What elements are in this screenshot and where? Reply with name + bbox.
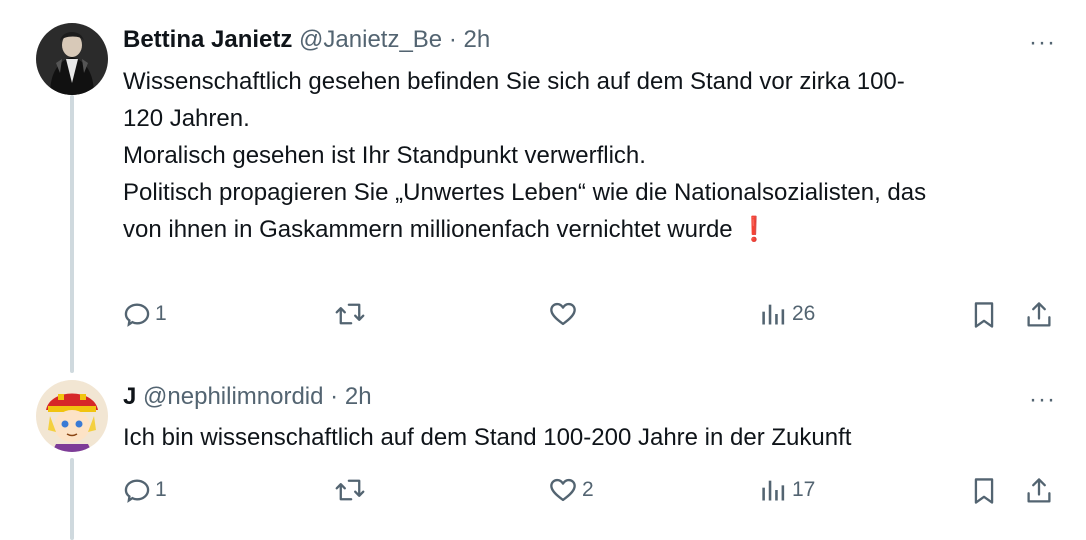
- share-button[interactable]: [1025, 300, 1053, 330]
- like-button[interactable]: 2: [548, 476, 594, 504]
- tweet-line: 120 Jahren.: [123, 105, 250, 132]
- separator: ·: [330, 383, 339, 410]
- view-count: 26: [792, 302, 816, 325]
- more-options-icon[interactable]: ···: [1029, 31, 1056, 55]
- tweet[interactable]: J @nephilimnordid · 2h ··· Ich bin wisse…: [0, 370, 1086, 540]
- display-name[interactable]: Bettina Janietz: [123, 26, 292, 53]
- exclamation-emoji: ❗: [739, 216, 770, 243]
- tweet-text: Ich bin wissenschaftlich auf dem Stand 1…: [123, 419, 1068, 456]
- reply-count: 1: [155, 478, 167, 501]
- separator: ·: [448, 26, 457, 53]
- reply-icon: [124, 303, 150, 327]
- bookmark-button[interactable]: [970, 300, 998, 330]
- bookmark-icon: [974, 302, 994, 328]
- heart-icon: [550, 478, 576, 502]
- tweet-line: von ihnen in Gaskammern millionenfach ve…: [123, 211, 1068, 248]
- retweet-button[interactable]: [335, 476, 369, 504]
- bookmark-button[interactable]: [970, 476, 998, 506]
- reply-icon: [124, 479, 150, 503]
- timestamp[interactable]: 2h: [345, 383, 372, 410]
- avatar[interactable]: [36, 23, 108, 95]
- tweet-line: Politisch propagieren Sie „Unwertes Lebe…: [123, 174, 1068, 211]
- tweet-line: Wissenschaftlich gesehen befinden Sie si…: [123, 68, 905, 95]
- reply-button[interactable]: 1: [123, 300, 167, 328]
- tweet-line-text: von ihnen in Gaskammern millionenfach ve…: [123, 216, 733, 243]
- display-name[interactable]: J: [123, 383, 136, 410]
- reply-count: 1: [155, 302, 167, 325]
- tweet-header: J @nephilimnordid · 2h: [123, 382, 372, 412]
- heart-icon: [550, 302, 576, 326]
- views-button[interactable]: 26: [760, 300, 815, 328]
- tweet[interactable]: Bettina Janietz @Janietz_Be · 2h ··· Wis…: [0, 0, 1086, 370]
- retweet-icon: [335, 303, 365, 325]
- avatar[interactable]: [36, 380, 108, 452]
- retweet-button[interactable]: [335, 300, 369, 328]
- tweet-actions: 1 2 17: [0, 476, 1086, 516]
- like-count: 2: [582, 478, 594, 501]
- bookmark-icon: [974, 478, 994, 504]
- tweet-header: Bettina Janietz @Janietz_Be · 2h: [123, 25, 490, 55]
- reply-button[interactable]: 1: [123, 476, 167, 504]
- user-handle[interactable]: @Janietz_Be: [299, 26, 442, 53]
- timestamp[interactable]: 2h: [464, 26, 491, 53]
- view-count: 17: [792, 478, 816, 501]
- retweet-icon: [335, 479, 365, 501]
- tweet-line: Moralisch gesehen ist Ihr Standpunkt ver…: [123, 142, 646, 169]
- tweet-line-text: Politisch propagieren Sie „Unwertes Lebe…: [123, 179, 927, 206]
- like-button[interactable]: [548, 300, 582, 328]
- share-icon: [1027, 302, 1051, 327]
- user-handle[interactable]: @nephilimnordid: [143, 383, 323, 410]
- tweet-line: Ich bin wissenschaftlich auf dem Stand 1…: [123, 424, 852, 451]
- views-chart-icon: [762, 304, 785, 325]
- more-options-icon[interactable]: ···: [1029, 388, 1056, 412]
- tweet-actions: 1 26: [0, 300, 1086, 340]
- share-button[interactable]: [1025, 476, 1053, 506]
- tweet-text: Wissenschaftlich gesehen befinden Sie si…: [123, 63, 1068, 248]
- views-chart-icon: [762, 480, 785, 501]
- views-button[interactable]: 17: [760, 476, 815, 504]
- share-icon: [1027, 478, 1051, 503]
